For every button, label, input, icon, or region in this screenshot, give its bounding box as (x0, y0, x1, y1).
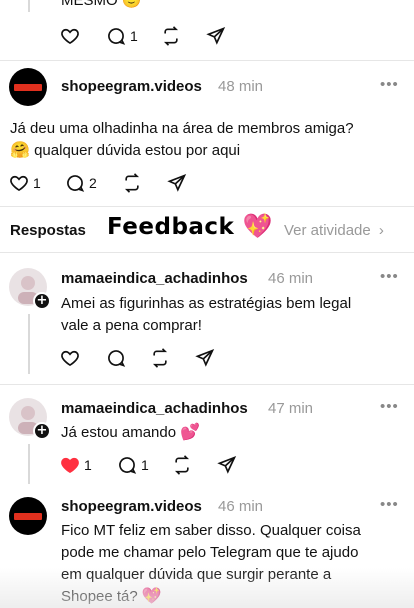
top-post-text: MESMO 🙂 (61, 0, 142, 12)
share-button[interactable] (195, 348, 215, 368)
feedback-sticker-text: Feedback (107, 214, 235, 240)
more-icon[interactable]: ••• (380, 398, 399, 415)
reply-text: Fico MT feliz em saber disso. Qualquer c… (61, 520, 411, 608)
repost-button[interactable] (122, 173, 142, 193)
share-icon (167, 173, 187, 192)
feedback-sticker: Feedback 💖 (107, 212, 273, 240)
repost-icon (174, 455, 190, 475)
post-text-line: Já deu uma olhadinha na área de membros … (10, 120, 354, 137)
reply-text: Já estou amando 💕 (61, 422, 200, 444)
comment-icon (108, 28, 126, 45)
reply-text-line4: Shopee tá? (61, 588, 138, 605)
share-button[interactable] (206, 26, 226, 46)
top-post-text-tail: MESMO (61, 0, 118, 9)
repost-button[interactable] (172, 455, 192, 475)
reply-time: 46 min (218, 498, 264, 515)
share-button[interactable] (167, 173, 187, 193)
divider (0, 252, 414, 253)
like-button[interactable]: 1 (60, 455, 92, 475)
reply-text-line: Shopee tá? 💖 (61, 586, 411, 608)
thread-line (28, 314, 30, 374)
share-icon (217, 455, 237, 474)
follow-plus-icon[interactable]: + (33, 292, 51, 310)
comment-count: 2 (89, 175, 97, 191)
comment-icon (108, 350, 126, 367)
view-activity-label: Ver atividade (284, 222, 371, 239)
share-icon (195, 348, 215, 367)
heart-icon (61, 28, 79, 45)
post-text-line: 🤗 qualquer dúvida estou por aqui (10, 140, 405, 162)
repost-icon (163, 26, 179, 46)
reply-text-line: Já estou amando (61, 424, 177, 441)
comment-count: 1 (130, 28, 138, 44)
like-button[interactable]: 1 (9, 173, 41, 193)
reply-username[interactable]: shopeegram.videos (61, 498, 202, 515)
comment-icon (119, 457, 137, 474)
reply-text-line: em qualquer dúvida que surgir perante a (61, 566, 332, 583)
sparkle-heart-emoji-icon: 💖 (242, 212, 274, 240)
divider (0, 206, 414, 207)
thread-line (28, 444, 30, 484)
reply-text-line: Amei as figurinhas as estratégias bem le… (61, 295, 352, 312)
more-icon[interactable]: ••• (380, 496, 399, 513)
like-count: 1 (84, 457, 92, 473)
post-username[interactable]: shopeegram.videos (61, 78, 202, 95)
hugging-emoji-icon: 🤗 (10, 142, 30, 159)
brand-logo-icon (14, 83, 42, 91)
heart-filled-icon (61, 457, 79, 474)
sparkle-heart-emoji-icon: 💕 (180, 424, 201, 441)
repost-icon (152, 348, 168, 368)
heart-icon (61, 350, 79, 367)
reply-text: Amei as figurinhas as estratégias bem le… (61, 293, 406, 337)
comment-button[interactable] (106, 348, 126, 368)
follow-plus-icon[interactable]: + (33, 422, 51, 440)
comment-icon (67, 175, 85, 192)
more-icon[interactable]: ••• (380, 76, 399, 93)
comment-button[interactable]: 2 (65, 173, 97, 193)
chevron-right-icon: › (378, 222, 384, 239)
reply-time: 47 min (268, 400, 314, 417)
repost-button[interactable] (161, 26, 181, 46)
like-button[interactable] (60, 348, 80, 368)
reply-text-line: Fico MT feliz em saber disso. Qualquer c… (61, 522, 361, 539)
comment-button[interactable]: 1 (106, 26, 138, 46)
avatar[interactable] (9, 497, 47, 535)
brand-logo-icon (14, 512, 42, 520)
sparkle-heart-emoji-icon: 💖 (141, 588, 162, 605)
share-icon (206, 26, 226, 45)
repost-button[interactable] (150, 348, 170, 368)
view-activity-link[interactable]: Ver atividade › (284, 222, 384, 239)
share-button[interactable] (217, 455, 237, 475)
avatar[interactable] (9, 68, 47, 106)
comment-button[interactable]: 1 (117, 455, 149, 475)
like-button[interactable] (60, 26, 80, 46)
repost-icon (124, 173, 140, 193)
smile-emoji-icon: 🙂 (121, 0, 142, 9)
like-count: 1 (33, 175, 41, 191)
post-text: Já deu uma olhadinha na área de membros … (10, 118, 405, 162)
comment-count: 1 (141, 457, 149, 473)
replies-heading[interactable]: Respostas (10, 222, 86, 239)
reply-username[interactable]: mamaeindica_achadinhos (61, 270, 248, 287)
post-time: 48 min (218, 78, 264, 95)
divider (0, 384, 414, 385)
reply-text-line: pode me chamar pelo Telegram que te ajud… (61, 544, 359, 561)
reply-time: 46 min (268, 270, 314, 287)
divider (0, 60, 414, 61)
heart-icon (10, 175, 28, 192)
reply-text-line: vale a pena comprar! (61, 317, 202, 334)
thread-line (28, 0, 30, 12)
post-text-line2: qualquer dúvida estou por aqui (34, 142, 241, 159)
reply-username[interactable]: mamaeindica_achadinhos (61, 400, 248, 417)
more-icon[interactable]: ••• (380, 268, 399, 285)
